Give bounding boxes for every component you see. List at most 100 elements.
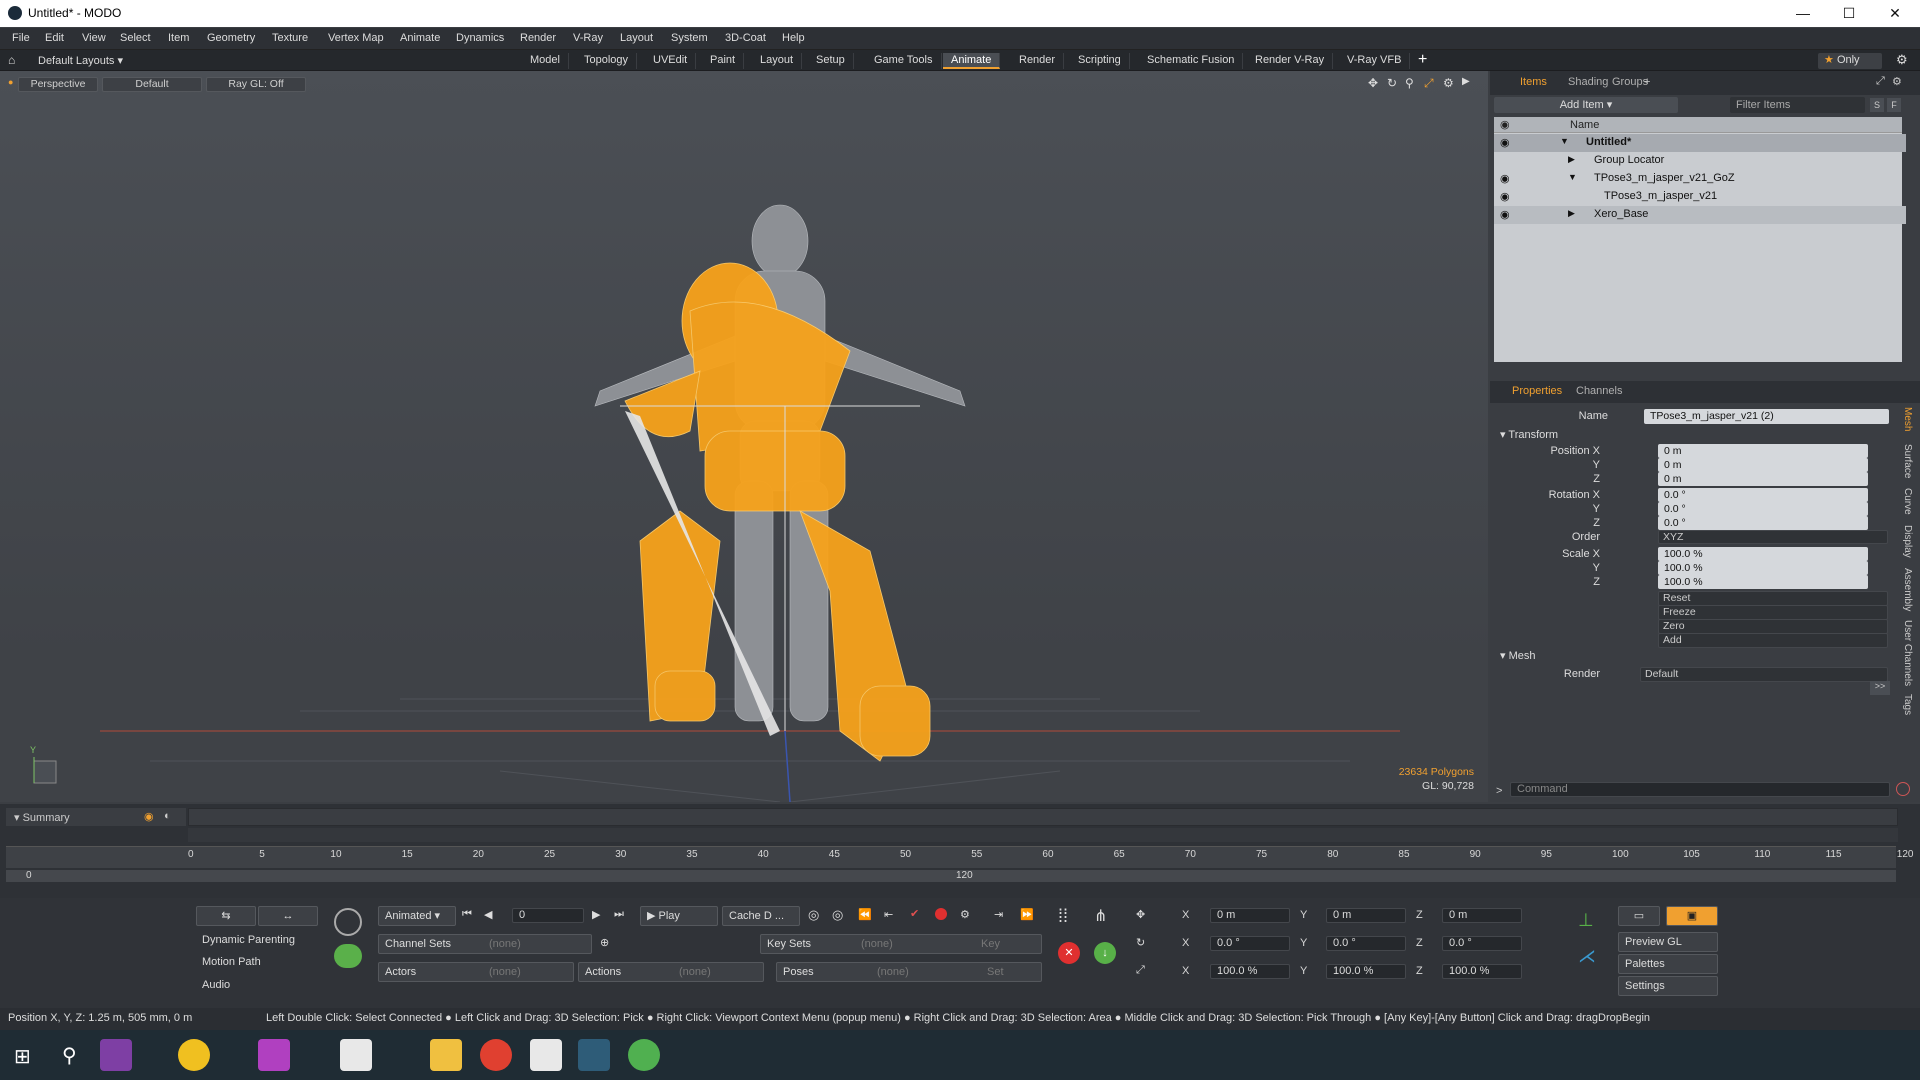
first-frame-icon[interactable]: ⏮ [462, 908, 472, 921]
tab-scripting[interactable]: Scripting [1070, 53, 1130, 69]
reset-dropdown[interactable]: Reset [1658, 591, 1888, 606]
graph-editor-icon[interactable]: ⇆ [196, 906, 256, 926]
tab-render[interactable]: Render [1011, 53, 1065, 69]
add-item-button[interactable]: Add Item ▾ [1494, 97, 1678, 113]
tab-schematic-fusion[interactable]: Schematic Fusion [1139, 53, 1244, 69]
audio-button[interactable]: Audio [196, 976, 316, 996]
app-icon-yellow[interactable] [178, 1039, 210, 1071]
ghost-icon[interactable]: ◎ [832, 907, 843, 923]
channel-sets-row[interactable]: Channel Sets (none) [378, 934, 592, 954]
home-icon[interactable]: ⌂ [8, 53, 15, 67]
onion-skin-icon[interactable]: ◎ [808, 907, 819, 923]
actors-row[interactable]: Actors (none) [378, 962, 574, 982]
tab-shading[interactable]: Shading [1568, 76, 1608, 88]
add-dropdown[interactable]: Add [1658, 633, 1888, 648]
scale-z-field[interactable]: 100.0 % [1658, 575, 1868, 589]
panel-layout-1-icon[interactable]: ▭ [1618, 906, 1660, 926]
tab-channels[interactable]: Channels [1576, 385, 1622, 397]
move-tool-icon[interactable]: ✥ [1136, 908, 1145, 921]
layout-selector[interactable]: Default Layouts ▾ [38, 54, 123, 67]
rotation-x-field[interactable]: 0.0 ° [1658, 488, 1868, 502]
menu-texture[interactable]: Texture [272, 32, 308, 44]
transform-icon[interactable]: ⋔ [1094, 906, 1107, 926]
panel-gear-icon[interactable]: ⚙ [1892, 75, 1902, 88]
animated-dropdown[interactable]: Animated ▾ [378, 906, 456, 926]
scale-y-field[interactable]: 100.0 % [1658, 561, 1868, 575]
panel-layout-2-icon[interactable]: ▣ [1666, 906, 1718, 926]
local-axis-icon[interactable]: ⋌ [1578, 946, 1596, 967]
zbrush-icon-2[interactable] [530, 1039, 562, 1071]
3d-viewport[interactable]: ● Perspective Default Ray GL: Off ✥ ↻ ⚲ … [0, 71, 1488, 802]
rot-z-field[interactable]: 0.0 ° [1442, 936, 1522, 951]
menu-layout[interactable]: Layout [620, 32, 653, 44]
add-panel-tab-icon[interactable]: + [1644, 76, 1650, 88]
menu-item[interactable]: Item [168, 32, 189, 44]
menu-select[interactable]: Select [120, 32, 151, 44]
tab-paint[interactable]: Paint [702, 53, 745, 69]
chrome-icon[interactable] [480, 1039, 512, 1071]
menu-file[interactable]: File [12, 32, 30, 44]
actions-row[interactable]: Actions (none) [578, 962, 764, 982]
timeline-fit-icon[interactable]: ↔ [258, 906, 318, 926]
filter-items-input[interactable]: Filter Items [1730, 97, 1865, 113]
confirm-icon[interactable]: ↓ [1094, 942, 1116, 964]
tree-item-goz[interactable]: ◉ ▼ TPose3_m_jasper_v21_GoZ [1494, 170, 1906, 188]
cache-deformers-button[interactable]: Cache D ... [722, 906, 800, 926]
windows-start-icon[interactable]: ⊞ [14, 1044, 31, 1069]
last-frame-icon[interactable]: ⏭ [614, 908, 624, 921]
pos-z-field[interactable]: 0 m [1442, 908, 1522, 923]
play-button[interactable]: ▶ Play [640, 906, 718, 926]
tree-item-group-locator[interactable]: ▶ Group Locator [1494, 152, 1906, 170]
tab-topology[interactable]: Topology [576, 53, 638, 69]
prev-frame-icon[interactable]: ◀ [484, 908, 492, 921]
key-sets-row[interactable]: Key Sets (none) Key [760, 934, 1042, 954]
tab-groups[interactable]: Groups [1612, 76, 1648, 88]
pos-y-field[interactable]: 0 m [1326, 908, 1406, 923]
search-icon[interactable]: ⚲ [62, 1043, 77, 1068]
scale-tool-icon[interactable]: ⤢ [1136, 964, 1145, 977]
channel-set-add-icon[interactable]: ⊕ [600, 936, 609, 949]
modo-taskbar-icon[interactable] [578, 1039, 610, 1071]
expand-arrow-icon[interactable]: ▶ [1568, 154, 1575, 165]
transform-section-header[interactable]: ▾ Transform [1500, 428, 1558, 441]
zbrush-icon[interactable] [340, 1039, 372, 1071]
menu-view[interactable]: View [82, 32, 106, 44]
menu-edit[interactable]: Edit [45, 32, 64, 44]
scale-x-field[interactable]: 100.0 % [1658, 547, 1868, 561]
order-dropdown[interactable]: XYZ [1658, 530, 1888, 544]
next-key-icon[interactable]: ⇥ [994, 908, 1003, 921]
scl-x-field[interactable]: 100.0 % [1210, 964, 1290, 979]
palettes-button[interactable]: Palettes [1618, 954, 1718, 974]
menu-geometry[interactable]: Geometry [207, 32, 255, 44]
eye-icon[interactable]: ◉ [1500, 190, 1510, 203]
filter-icon[interactable]: ◐ [164, 810, 171, 822]
expand-arrow-icon[interactable]: ▶ [1568, 208, 1575, 219]
tab-vray-vfb[interactable]: V-Ray VFB [1339, 53, 1411, 69]
grid-icon[interactable]: ⁞⁞ [1058, 906, 1068, 927]
menu-3dcoat[interactable]: 3D-Coat [725, 32, 766, 44]
prev-key-icon[interactable]: ⏪ [858, 908, 872, 921]
minimize-button[interactable]: — [1780, 0, 1826, 27]
filter-f-button[interactable]: F [1887, 98, 1901, 112]
rotation-y-field[interactable]: 0.0 ° [1658, 502, 1868, 516]
add-tab-button[interactable]: + [1418, 51, 1427, 69]
fast-forward-icon[interactable]: ⏩ [1020, 908, 1034, 921]
rotation-z-field[interactable]: 0.0 ° [1658, 516, 1868, 530]
tab-render-vray[interactable]: Render V-Ray [1247, 53, 1334, 69]
more-button[interactable]: >> [1870, 681, 1890, 695]
tree-item-jasper-mesh[interactable]: ◉ TPose3_m_jasper_v21 [1494, 188, 1906, 206]
command-input[interactable]: Command [1510, 782, 1890, 797]
tab-layout[interactable]: Layout [752, 53, 803, 69]
gear-icon[interactable]: ⚙ [1896, 52, 1908, 68]
settings-button[interactable]: Settings [1618, 976, 1718, 996]
expand-panel-icon[interactable]: ⤢ [1876, 75, 1885, 88]
tab-uvedit[interactable]: UVEdit [645, 53, 697, 69]
name-field[interactable]: TPose3_m_jasper_v21 (2) [1644, 409, 1889, 424]
app-icon-multicolor[interactable] [628, 1039, 660, 1071]
eye-icon[interactable]: ◉ [1500, 208, 1510, 221]
side-tab-display[interactable]: Display [1895, 519, 1913, 563]
tab-properties[interactable]: Properties [1512, 385, 1562, 397]
range-bar[interactable]: 0 120 [6, 870, 1896, 882]
eye-icon[interactable]: ◉ [1500, 136, 1510, 149]
maximize-button[interactable]: ☐ [1826, 0, 1872, 27]
